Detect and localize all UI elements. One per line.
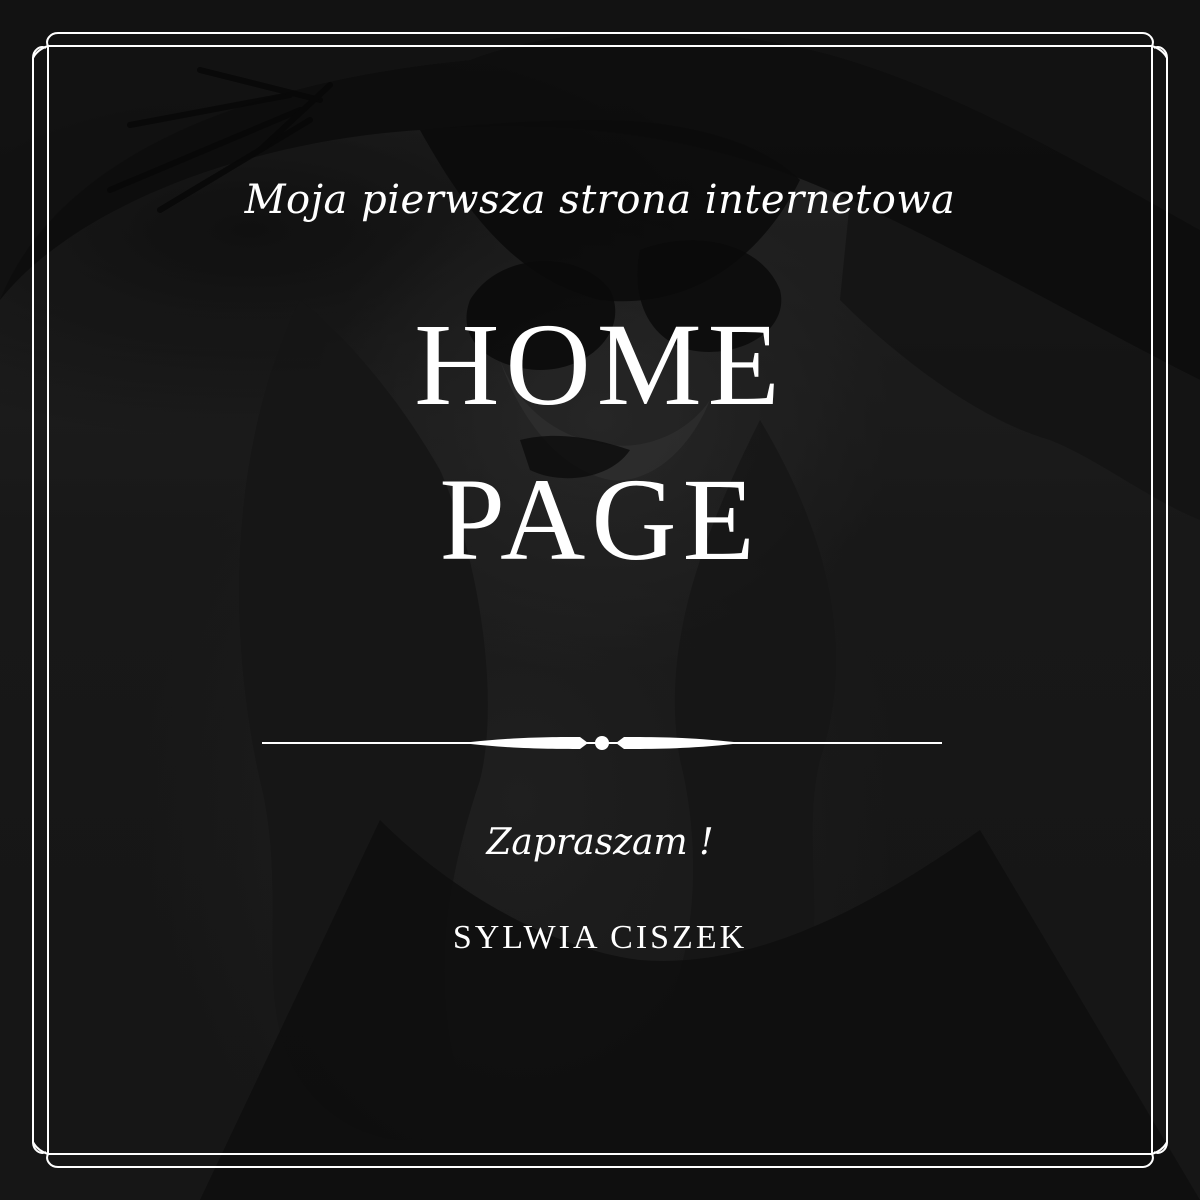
title-line-2: PAGE <box>439 454 761 585</box>
subtitle: Moja pierwsza strona internetowa <box>244 177 956 223</box>
author-name: SYLWIA CISZEK <box>452 919 748 956</box>
greeting-text: Zapraszam ! <box>486 822 714 863</box>
title-line-1: HOME <box>414 299 786 430</box>
ornamental-divider-icon <box>262 736 942 750</box>
poster: Moja pierwsza strona internetowa HOME PA… <box>0 0 1200 1200</box>
